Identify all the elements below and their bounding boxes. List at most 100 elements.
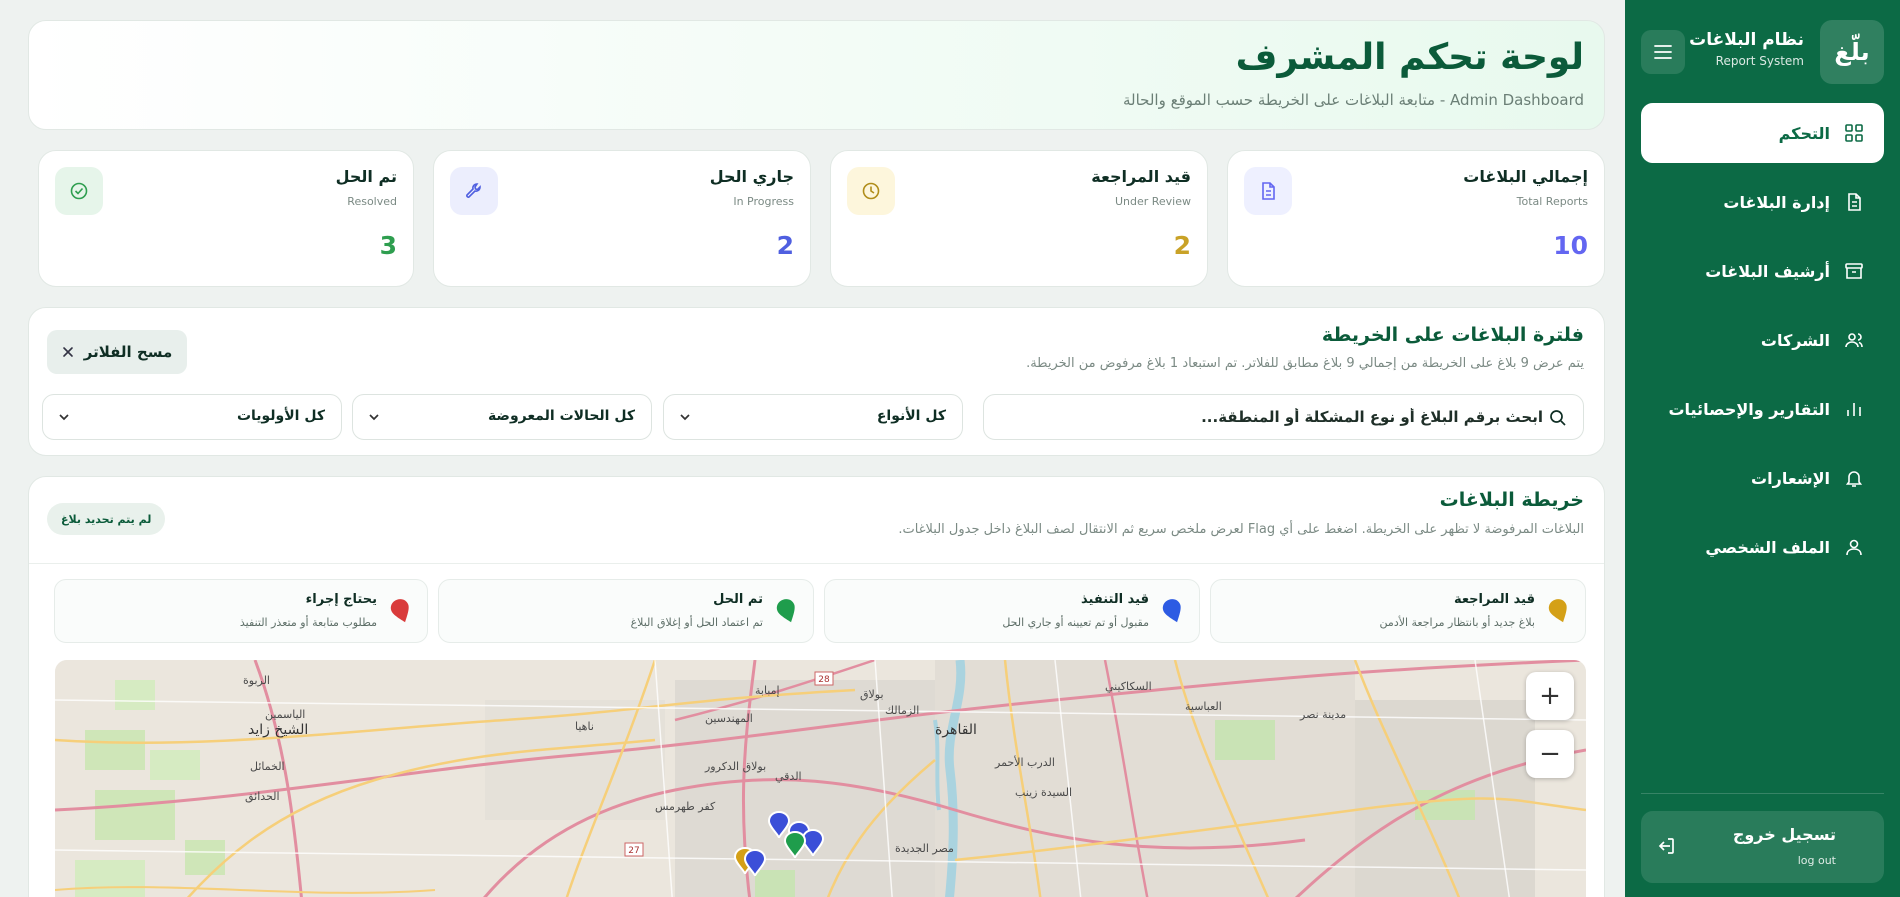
legend-item-in-progress: قيد التنفيذ مقبول أو تم تعيينه أو جاري ا…	[824, 579, 1200, 643]
map-label: الياسمين	[265, 708, 306, 721]
flag-pin-icon	[390, 599, 409, 623]
search-field[interactable]	[983, 394, 1584, 440]
map-label: الزمالك	[885, 704, 920, 717]
map-label: ناهيا	[575, 720, 594, 733]
brand-title: نظام البلاغات	[1689, 30, 1804, 50]
sidebar-item-reports[interactable]: إدارة البلاغات	[1641, 172, 1884, 232]
sidebar-item-statistics[interactable]: التقارير والإحصائيات	[1641, 379, 1884, 439]
user-icon	[1846, 539, 1862, 556]
sidebar-item-notifications[interactable]: الإشعارات	[1641, 448, 1884, 508]
sidebar-item-archive[interactable]: أرشيف البلاغات	[1641, 241, 1884, 301]
sidebar-item-profile[interactable]: الملف الشخصي	[1641, 517, 1884, 577]
flag-pin-icon	[1548, 599, 1567, 623]
page-title: لوحة تحكم المشرف	[1235, 37, 1584, 78]
map-label: الخمائل	[250, 760, 285, 773]
legend-item-under-review: قيد المراجعة بلاغ جديد أو بانتظار مراجعة…	[1210, 579, 1586, 643]
stat-title: جاري الحل	[709, 167, 794, 186]
flag-pin-icon	[1162, 599, 1181, 623]
type-select[interactable]: كل الأنواع	[663, 394, 963, 440]
svg-text:27: 27	[628, 846, 639, 856]
map-label: الدقي	[775, 770, 802, 783]
map-title: خريطة البلاغات	[1439, 489, 1584, 511]
logout-label: تسجيل خروج	[1732, 825, 1836, 844]
legend-title: يحتاج إجراء	[305, 592, 377, 607]
priority-select[interactable]: كل الأولويات	[42, 394, 342, 440]
search-input[interactable]	[1003, 395, 1543, 439]
close-icon	[62, 347, 73, 357]
map-canvas[interactable]: 27 28 الشيخ زايد القاهرة المهندسين الدقي…	[55, 660, 1586, 897]
logout-sublabel: log out	[1797, 854, 1836, 867]
search-icon	[1550, 410, 1566, 426]
map-tiles: 27 28	[55, 660, 1586, 897]
flag-pin-icon	[776, 599, 795, 623]
logout-button[interactable]: تسجيل خروج log out	[1641, 811, 1884, 883]
stat-value: 10	[1553, 231, 1588, 260]
users-icon	[1845, 333, 1863, 348]
legend-title: تم الحل	[713, 592, 763, 607]
stat-card-total: إجمالي البلاغات Total Reports 10	[1227, 150, 1605, 287]
menu-toggle-button[interactable]	[1641, 30, 1685, 74]
legend-subtitle: مطلوب متابعة أو متعذر التنفيذ	[239, 616, 377, 629]
map-label: الشيخ زايد	[248, 722, 309, 738]
map-label: القاهرة	[935, 722, 977, 738]
map-description: البلاغات المرفوضة لا تظهر على الخريطة. ا…	[898, 522, 1584, 537]
priority-select-value: كل الأولويات	[236, 408, 325, 424]
divider	[29, 563, 1604, 564]
zoom-out-button[interactable]: −	[1526, 730, 1574, 778]
document-icon	[1848, 193, 1861, 211]
sidebar-item-label: إدارة البلاغات	[1723, 192, 1830, 212]
check-circle-icon	[55, 167, 103, 215]
sidebar-item-label: الإشعارات	[1751, 468, 1830, 488]
stat-card-resolved: تم الحل Resolved 3	[38, 150, 414, 287]
grid-icon	[1845, 124, 1863, 142]
sidebar-item-label: التحكم	[1778, 123, 1830, 143]
legend-subtitle: تم اعتماد الحل أو إغلاق البلاغ	[630, 616, 763, 629]
clock-icon	[847, 167, 895, 215]
clear-filters-button[interactable]: مسح الفلاتر	[47, 330, 187, 374]
filter-panel: فلترة البلاغات على الخريطة يتم عرض 9 بلا…	[28, 307, 1605, 456]
zoom-in-button[interactable]: +	[1526, 672, 1574, 720]
map-label: السيدة زينب	[1015, 786, 1073, 799]
stat-card-under-review: قيد المراجعة Under Review 2	[830, 150, 1208, 287]
map-label: السكاكيني	[1105, 680, 1152, 693]
brand-logo: بلّغ	[1820, 20, 1884, 84]
stat-subtitle: Total Reports	[1516, 195, 1588, 208]
map-label: المهندسين	[705, 712, 753, 725]
sidebar-item-label: الملف الشخصي	[1705, 537, 1830, 557]
sidebar-item-label: التقارير والإحصائيات	[1668, 399, 1830, 419]
map-panel: خريطة البلاغات البلاغات المرفوضة لا تظهر…	[28, 476, 1605, 897]
legend-subtitle: مقبول أو تم تعيينه أو جاري الحل	[1002, 616, 1149, 629]
status-select[interactable]: كل الحالات المعروضة	[352, 394, 652, 440]
stat-subtitle: In Progress	[733, 195, 794, 208]
hamburger-icon	[1654, 45, 1672, 59]
sidebar-item-label: الشركات	[1760, 330, 1830, 350]
map-label: مدينة نصر	[1300, 708, 1347, 721]
map-label: كفر طهرمس	[655, 800, 716, 813]
stat-subtitle: Resolved	[347, 195, 397, 208]
page-subtitle: Admin Dashboard - متابعة البلاغات على ال…	[1122, 91, 1584, 109]
map-label: الربوة	[243, 674, 270, 687]
map-label: مصر الجديدة	[895, 842, 954, 855]
page-header: لوحة تحكم المشرف Admin Dashboard - متابع…	[28, 20, 1605, 130]
bell-icon	[1845, 471, 1863, 487]
document-icon	[1244, 167, 1292, 215]
stat-title: إجمالي البلاغات	[1463, 167, 1588, 186]
chevron-down-icon	[369, 414, 379, 421]
sidebar-item-dashboard[interactable]: التحكم	[1641, 103, 1884, 163]
wrench-icon	[450, 167, 498, 215]
sidebar-item-companies[interactable]: الشركات	[1641, 310, 1884, 370]
map-label: بولاق الدكرور	[705, 760, 767, 773]
sidebar-divider	[1641, 793, 1884, 794]
map-label: إمبابة	[755, 684, 780, 697]
stat-title: قيد المراجعة	[1091, 167, 1191, 186]
clear-filters-label: مسح الفلاتر	[83, 343, 173, 361]
archive-icon	[1845, 263, 1863, 279]
sidebar: بلّغ نظام البلاغات Report System التحكم …	[1625, 0, 1900, 897]
stat-value: 3	[379, 231, 397, 260]
stat-subtitle: Under Review	[1114, 195, 1191, 208]
map-label: الدرب الأحمر	[995, 756, 1055, 769]
stat-value: 2	[776, 231, 794, 260]
sidebar-item-label: أرشيف البلاغات	[1705, 261, 1830, 281]
legend-item-needs-action: يحتاج إجراء مطلوب متابعة أو متعذر التنفي…	[54, 579, 428, 643]
legend-item-resolved: تم الحل تم اعتماد الحل أو إغلاق البلاغ	[438, 579, 814, 643]
